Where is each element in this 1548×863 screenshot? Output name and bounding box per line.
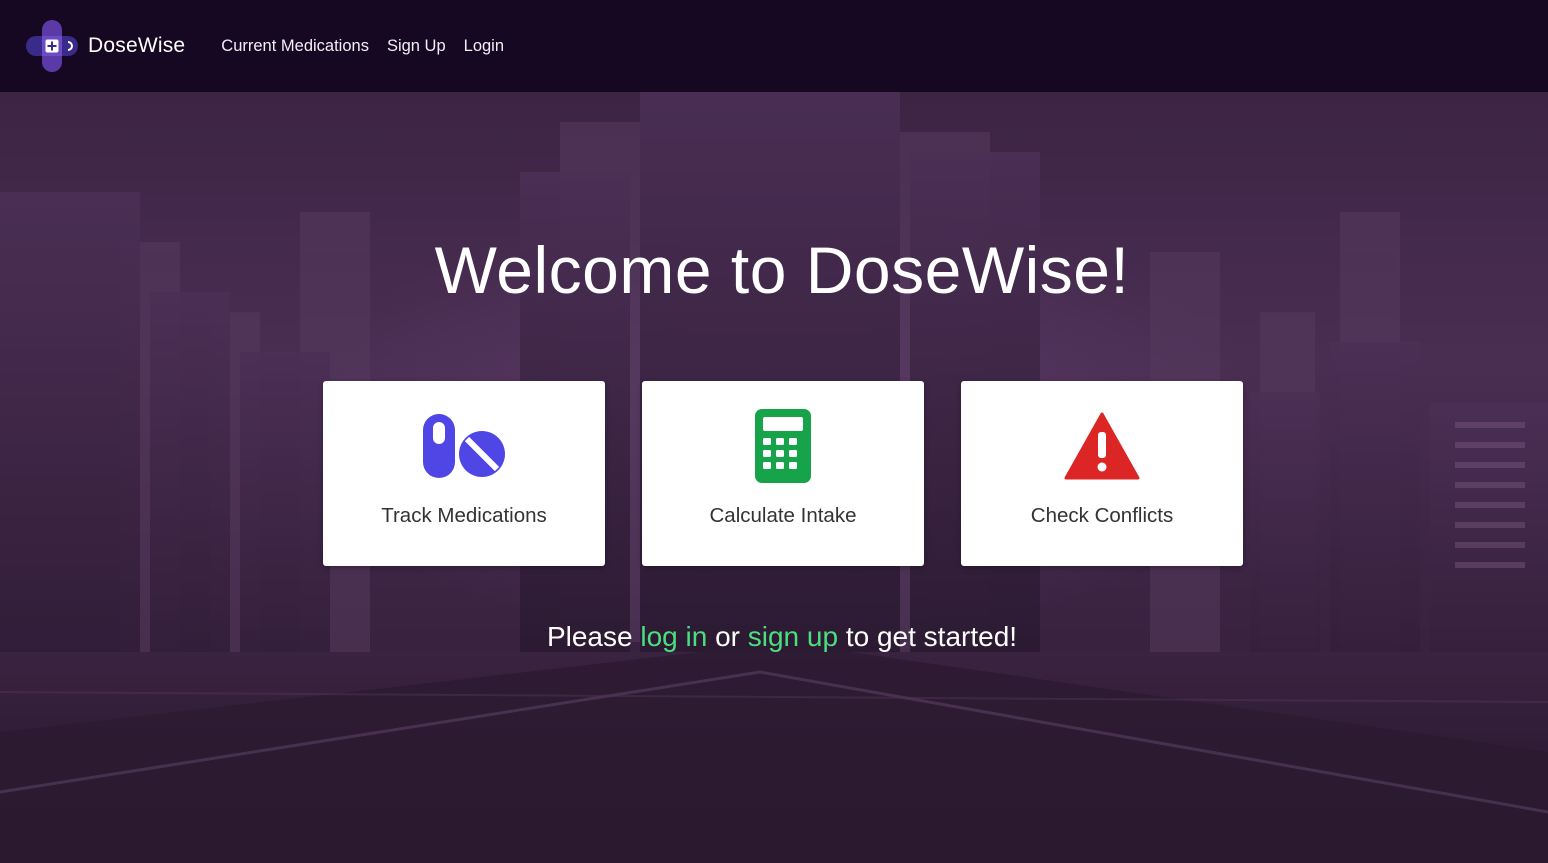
feature-card-label: Calculate Intake <box>709 504 857 527</box>
feature-card-calculate-intake[interactable]: Calculate Intake <box>642 381 924 566</box>
nav-links: Current Medications Sign Up Login <box>221 37 522 56</box>
feature-card-check-conflicts[interactable]: Check Conflicts <box>961 381 1243 566</box>
cta-middle: or <box>715 621 740 652</box>
brand-name: DoseWise <box>88 34 186 57</box>
feature-card-label: Track Medications <box>381 504 547 527</box>
nav-link-current-medications[interactable]: Current Medications <box>221 37 369 56</box>
login-link[interactable]: log in <box>640 621 707 652</box>
pills-icon <box>421 408 507 484</box>
cta-prefix: Please <box>546 621 633 652</box>
warning-icon <box>1064 408 1140 484</box>
feature-cards: Track Medications Calculate Intake Check… <box>323 381 1243 566</box>
cta-suffix: to get started! <box>845 621 1018 652</box>
nav-link-login[interactable]: Login <box>464 37 504 56</box>
calculator-icon <box>754 408 812 484</box>
navbar: DoseWise Current Medications Sign Up Log… <box>0 0 1548 92</box>
page-title: Welcome to DoseWise! <box>434 233 1130 307</box>
nav-link-sign-up[interactable]: Sign Up <box>387 37 446 56</box>
signup-link[interactable]: sign up <box>748 621 838 652</box>
feature-card-track-medications[interactable]: Track Medications <box>323 381 605 566</box>
brand-home-link[interactable]: DoseWise <box>22 16 185 76</box>
feature-card-label: Check Conflicts <box>1030 504 1174 527</box>
get-started-message: Please log in or sign up to get started! <box>0 621 1548 653</box>
dosewise-logo-icon <box>26 20 78 72</box>
